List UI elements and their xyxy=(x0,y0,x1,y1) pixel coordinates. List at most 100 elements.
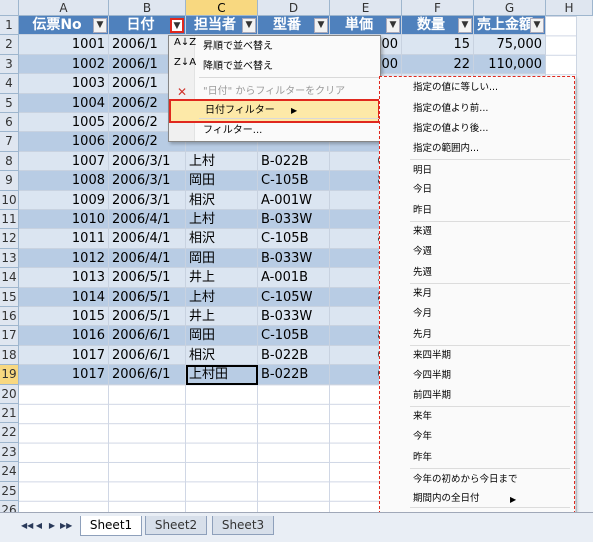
header-cell[interactable]: 伝票No ▼ xyxy=(19,16,109,36)
row-header-25[interactable]: 25 xyxy=(0,481,19,501)
date-filter-item[interactable]: 明日 xyxy=(413,161,432,181)
row-header-4[interactable]: 4 xyxy=(0,74,19,94)
table-cell[interactable]: 1012 xyxy=(19,248,109,269)
date-filter-item[interactable]: 指定の範囲内... xyxy=(413,139,479,159)
row-header-17[interactable]: 17 xyxy=(0,326,19,346)
prev-sheet-icon[interactable]: ◀ xyxy=(34,520,44,532)
date-filter-item[interactable]: 来月 xyxy=(413,284,432,304)
table-cell[interactable]: 2006/4/1 xyxy=(109,229,186,249)
sheet-tab[interactable]: Sheet2 xyxy=(145,516,207,535)
header-cell[interactable]: 担当者 ▼ xyxy=(186,16,258,36)
filter-dropdown-button[interactable]: ▼ xyxy=(93,18,107,33)
next-sheet-icon[interactable]: ▶ xyxy=(47,520,57,532)
row-header-11[interactable]: 11 xyxy=(0,210,19,230)
table-cell[interactable]: 2006/5/1 xyxy=(109,307,186,327)
table-cell[interactable]: 1011 xyxy=(19,229,109,249)
table-cell[interactable]: B-033W xyxy=(258,210,330,230)
first-sheet-icon[interactable]: ◀◀ xyxy=(21,520,33,532)
table-cell[interactable]: 1005 xyxy=(19,113,109,133)
row-header-18[interactable]: 18 xyxy=(0,345,19,366)
table-cell[interactable]: 1006 xyxy=(19,132,109,152)
date-filter-item[interactable]: 今日 xyxy=(413,180,432,200)
table-cell[interactable]: 上村 xyxy=(186,287,258,307)
table-cell[interactable]: B-022B xyxy=(258,365,330,385)
row-header-3[interactable]: 3 xyxy=(0,54,19,75)
column-header-E[interactable]: E xyxy=(330,0,402,16)
table-cell[interactable]: 2006/6/1 xyxy=(109,326,186,346)
select-all-corner[interactable] xyxy=(0,0,19,16)
table-cell[interactable]: 2006/4/1 xyxy=(109,248,186,269)
table-cell[interactable]: 1013 xyxy=(19,268,109,288)
table-cell[interactable]: C-105B xyxy=(258,229,330,249)
filter-dropdown-button[interactable]: ▼ xyxy=(530,18,544,33)
table-cell[interactable]: 1007 xyxy=(19,151,109,172)
row-header-8[interactable]: 8 xyxy=(0,151,19,172)
row-header-13[interactable]: 13 xyxy=(0,248,19,269)
row-header-26[interactable]: 26 xyxy=(0,501,19,512)
table-cell[interactable]: 1017 xyxy=(19,345,109,366)
table-cell[interactable]: 井上 xyxy=(186,268,258,288)
table-cell[interactable]: A-001W xyxy=(258,190,330,210)
table-cell[interactable]: 上村田 xyxy=(186,365,258,385)
table-cell[interactable]: 岡田 xyxy=(186,248,258,269)
table-cell[interactable]: 上村 xyxy=(186,151,258,172)
date-filter-item[interactable]: 指定の値より後... xyxy=(413,119,488,139)
header-cell[interactable]: 型番 ▼ xyxy=(258,16,330,36)
table-cell[interactable]: 2006/4/1 xyxy=(109,210,186,230)
row-header-6[interactable]: 6 xyxy=(0,113,19,133)
table-cell[interactable]: 2006/3/1 xyxy=(109,151,186,172)
row-header-20[interactable]: 20 xyxy=(0,384,19,404)
table-cell[interactable]: 1014 xyxy=(19,287,109,307)
column-header-H[interactable]: H xyxy=(546,0,593,16)
table-cell[interactable]: B-033W xyxy=(258,248,330,269)
table-cell[interactable]: 2006/5/1 xyxy=(109,287,186,307)
table-cell[interactable]: 2006/3/1 xyxy=(109,190,186,210)
table-cell[interactable]: 1002 xyxy=(19,54,109,75)
row-header-9[interactable]: 9 xyxy=(0,171,19,191)
table-cell[interactable]: 2006/6/1 xyxy=(109,365,186,385)
table-cell[interactable]: B-022B xyxy=(258,345,330,366)
table-cell[interactable]: 22 xyxy=(402,54,474,75)
table-cell[interactable]: 2006/5/1 xyxy=(109,268,186,288)
row-header-10[interactable]: 10 xyxy=(0,190,19,210)
date-filter-item[interactable]: 今四半期 xyxy=(413,366,451,386)
table-cell[interactable]: 1003 xyxy=(19,74,109,94)
date-filter-item[interactable]: 先週 xyxy=(413,263,432,283)
table-cell[interactable]: 相沢 xyxy=(186,345,258,366)
filter-dropdown-button[interactable]: ▼ xyxy=(314,18,328,33)
header-cell[interactable]: 売上金額 ▼ xyxy=(474,16,546,36)
date-filter-item[interactable]: 期間内の全日付 xyxy=(413,489,480,509)
table-cell[interactable]: B-033W xyxy=(258,307,330,327)
row-header-19[interactable]: 19 xyxy=(0,365,19,385)
table-cell[interactable]: 1015 xyxy=(19,307,109,327)
column-header-D[interactable]: D xyxy=(258,0,330,16)
date-filter-item[interactable]: 来週 xyxy=(413,222,432,242)
date-filter-item[interactable]: 来四半期 xyxy=(413,346,451,366)
column-header-G[interactable]: G xyxy=(474,0,546,16)
table-cell[interactable]: C-105B xyxy=(258,326,330,346)
date-filter-item[interactable]: 昨年 xyxy=(413,448,432,468)
row-header-14[interactable]: 14 xyxy=(0,268,19,288)
last-sheet-icon[interactable]: ▶▶ xyxy=(60,520,72,532)
table-cell[interactable]: 井上 xyxy=(186,307,258,327)
table-cell[interactable]: 1017 xyxy=(19,365,109,385)
header-cell[interactable]: 数量 ▼ xyxy=(402,16,474,36)
row-header-24[interactable]: 24 xyxy=(0,462,19,482)
date-filter-item[interactable]: 前四半期 xyxy=(413,386,451,406)
header-cell[interactable]: 単価 ▼ xyxy=(330,16,402,36)
date-filter-item[interactable]: 今年の初めから今日まで xyxy=(413,470,518,490)
table-cell[interactable]: C-105W xyxy=(258,287,330,307)
column-header-F[interactable]: F xyxy=(402,0,474,16)
date-filter-item[interactable]: 来年 xyxy=(413,407,432,427)
table-cell[interactable]: 上村 xyxy=(186,210,258,230)
row-header-16[interactable]: 16 xyxy=(0,307,19,327)
date-filter-item[interactable]: 今月 xyxy=(413,304,432,324)
row-header-15[interactable]: 15 xyxy=(0,287,19,307)
table-cell[interactable]: A-001B xyxy=(258,268,330,288)
column-header-B[interactable]: B xyxy=(109,0,186,16)
table-cell[interactable]: 2006/6/1 xyxy=(109,345,186,366)
table-cell[interactable]: 岡田 xyxy=(186,171,258,191)
row-header-21[interactable]: 21 xyxy=(0,404,19,424)
row-header-23[interactable]: 23 xyxy=(0,442,19,463)
filter-dropdown-button[interactable]: ▼ xyxy=(170,18,184,33)
